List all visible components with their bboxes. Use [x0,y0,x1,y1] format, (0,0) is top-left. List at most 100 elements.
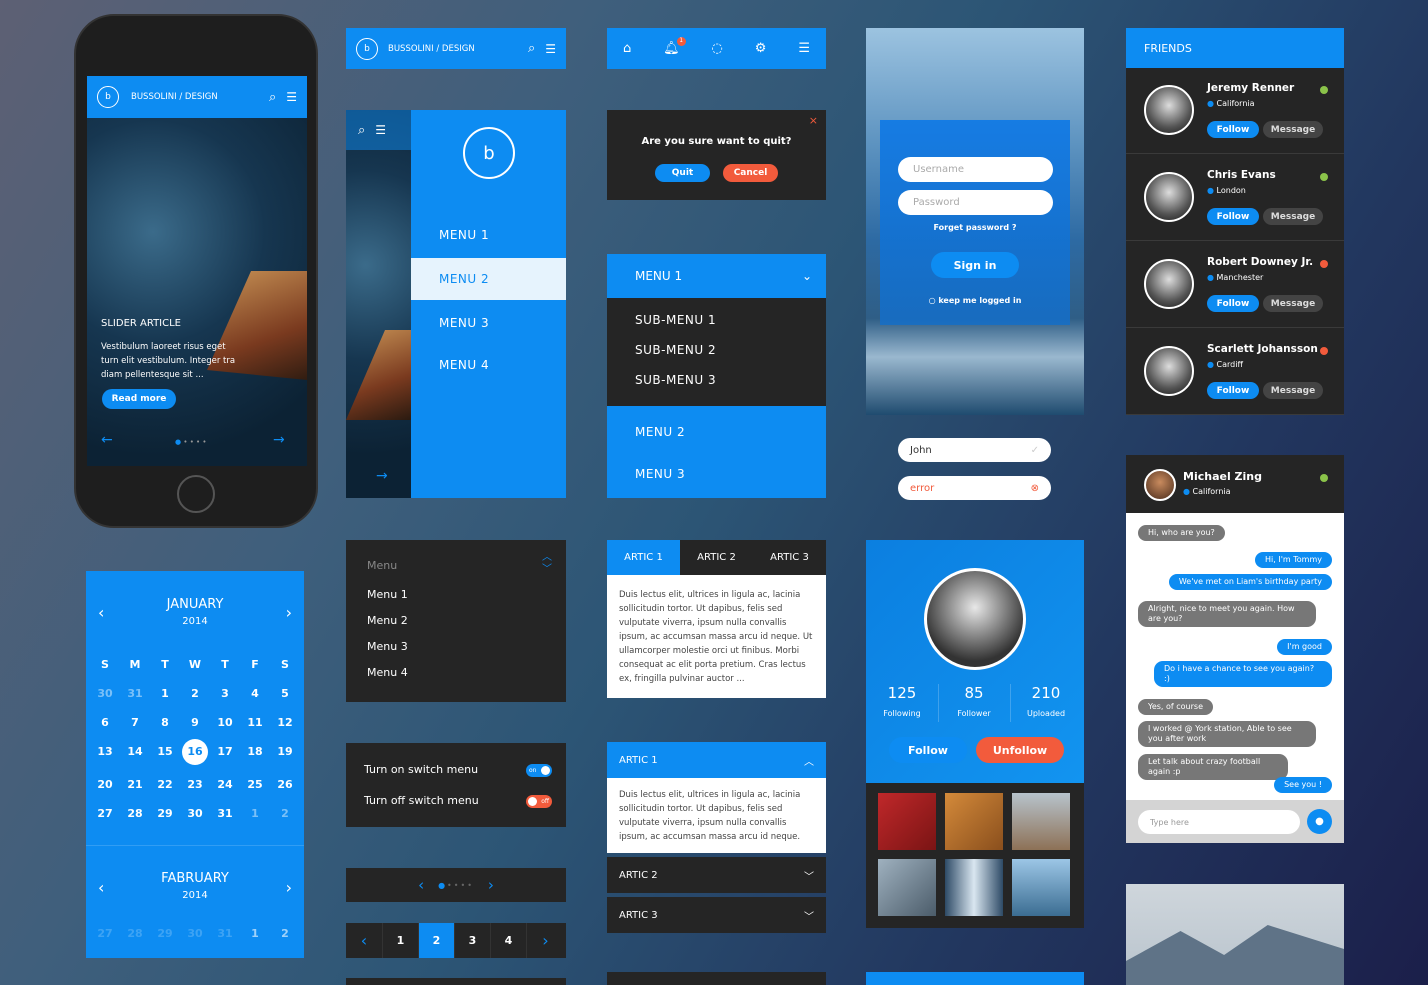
message-button[interactable]: Message [1263,121,1323,138]
calendar-day[interactable]: 26 [270,776,300,794]
gallery-photo[interactable] [945,793,1003,850]
home-icon[interactable]: ⌂ [623,41,631,56]
gallery-photo[interactable] [1012,859,1070,916]
chevron-up-down-icon[interactable]: ︿ ﹀ [542,552,552,576]
calendar-day[interactable]: 28 [120,805,150,823]
calendar-day[interactable]: 23 [180,776,210,794]
arrow-left-icon[interactable]: ← [101,432,113,448]
toggle-on[interactable]: on [526,764,552,777]
forgot-password-link[interactable]: Forget password ? [880,223,1070,232]
unfollow-button[interactable]: Unfollow [976,737,1064,763]
list-icon[interactable]: ☰ [545,42,556,56]
prev-page-button[interactable]: ‹ [346,923,383,958]
page-button[interactable]: 4 [491,923,527,958]
calendar-day[interactable]: 9 [180,714,210,732]
chevron-left-icon[interactable]: ‹ [418,876,424,894]
next-page-button[interactable]: › [527,923,564,958]
search-icon[interactable]: ⌕ [358,123,365,138]
calendar-day[interactable]: 8 [150,714,180,732]
pager-dot[interactable]: ● [438,881,447,890]
calendar-day[interactable]: 7 [120,714,150,732]
follow-button[interactable]: Follow [1207,208,1259,225]
calendar-day[interactable]: 18 [240,743,270,761]
calendar-day[interactable]: 15 [150,743,180,761]
tab-artic-1[interactable]: ARTIC 1 [607,540,680,575]
calendar-day[interactable]: 6 [90,714,120,732]
valid-input[interactable]: John ✓ [898,438,1051,462]
calendar-day[interactable]: 30 [180,805,210,823]
dropdown-menu-2[interactable]: MENU 2 [635,425,685,439]
chevron-right-icon[interactable]: › [488,876,494,894]
menu-item-1[interactable]: MENU 1 [439,228,489,242]
dark-menu-item-1[interactable]: Menu 1 [367,588,408,601]
calendar-day[interactable]: 25 [240,776,270,794]
calendar-day[interactable]: 24 [210,776,240,794]
calendar-day[interactable]: 2 [180,685,210,703]
dark-menu-item-4[interactable]: Menu 4 [367,666,408,679]
calendar-day[interactable]: 30 [180,925,210,943]
home-button[interactable] [177,475,215,513]
follow-button[interactable]: Follow [1207,382,1259,399]
calendar-day[interactable]: 31 [210,925,240,943]
calendar-day-selected[interactable]: 16 [182,739,208,765]
bell-icon[interactable]: 🔔︎ 1 [663,37,686,56]
page-button[interactable]: 3 [455,923,491,958]
follow-button[interactable]: Follow [1207,121,1259,138]
close-icon[interactable]: × [809,114,818,127]
calendar-day[interactable]: 31 [210,805,240,823]
follow-button[interactable]: Follow [889,737,967,763]
list-icon[interactable]: ☰ [286,90,297,104]
sign-in-button[interactable]: Sign in [931,252,1019,278]
message-button[interactable]: Message [1263,382,1323,399]
dropdown-header[interactable]: MENU 1 ⌄ [607,254,826,298]
calendar-day[interactable]: 5 [270,685,300,703]
calendar-day[interactable]: 12 [270,714,300,732]
calendar-day[interactable]: 27 [90,805,120,823]
calendar-day[interactable]: 29 [150,805,180,823]
calendar-day[interactable]: 30 [90,685,120,703]
calendar-day[interactable]: 14 [120,743,150,761]
dark-menu-item-2[interactable]: Menu 2 [367,614,408,627]
calendar-day[interactable]: 29 [150,925,180,943]
pager-dot[interactable]: • [447,881,454,890]
gallery-photo[interactable] [878,859,936,916]
message-button[interactable]: Message [1263,208,1323,225]
calendar-day[interactable]: 1 [240,925,270,943]
submenu-item-3[interactable]: SUB-MENU 3 [635,373,716,387]
slider-dots[interactable]: ● • • • • [175,438,207,446]
password-input[interactable]: Password [898,190,1053,215]
calendar-day[interactable]: 28 [120,925,150,943]
tab-artic-3[interactable]: ARTIC 3 [753,540,826,575]
calendar-day[interactable]: 22 [150,776,180,794]
error-input[interactable]: error ⊗ [898,476,1051,500]
accordion-item-3[interactable]: ARTIC 3 ﹀ [607,897,826,933]
toggle-off[interactable]: off [526,795,552,808]
list-icon[interactable]: ☰ [375,123,386,137]
dark-menu-item-3[interactable]: Menu 3 [367,640,408,653]
pager-dots[interactable]: ●•••• [438,881,474,890]
calendar-day[interactable]: 27 [90,925,120,943]
page-button[interactable]: 2 [419,923,455,958]
dropdown-menu-3[interactable]: MENU 3 [635,467,685,481]
chat-message-input[interactable]: Type here [1138,810,1300,834]
accordion-item-2[interactable]: ARTIC 2 ﹀ [607,857,826,893]
read-more-button[interactable]: Read more [102,389,176,409]
calendar-day[interactable]: 1 [150,685,180,703]
follow-button[interactable]: Follow [1207,295,1259,312]
calendar-day[interactable]: 2 [270,805,300,823]
submenu-item-1[interactable]: SUB-MENU 1 [635,313,716,327]
page-button[interactable]: 1 [383,923,419,958]
gallery-photo[interactable] [945,859,1003,916]
calendar-day[interactable]: 3 [210,685,240,703]
gear-icon[interactable]: ⚙ [755,41,767,56]
message-button[interactable]: Message [1263,295,1323,312]
send-button[interactable]: ● [1307,809,1332,834]
calendar-day[interactable]: 17 [210,743,240,761]
tab-artic-2[interactable]: ARTIC 2 [680,540,753,575]
cancel-button[interactable]: Cancel [723,164,778,182]
search-icon[interactable]: ⌕ [528,41,535,56]
username-input[interactable]: Username [898,157,1053,182]
calendar-day[interactable]: 13 [90,743,120,761]
submenu-item-2[interactable]: SUB-MENU 2 [635,343,716,357]
arrow-right-icon[interactable]: → [273,432,285,448]
